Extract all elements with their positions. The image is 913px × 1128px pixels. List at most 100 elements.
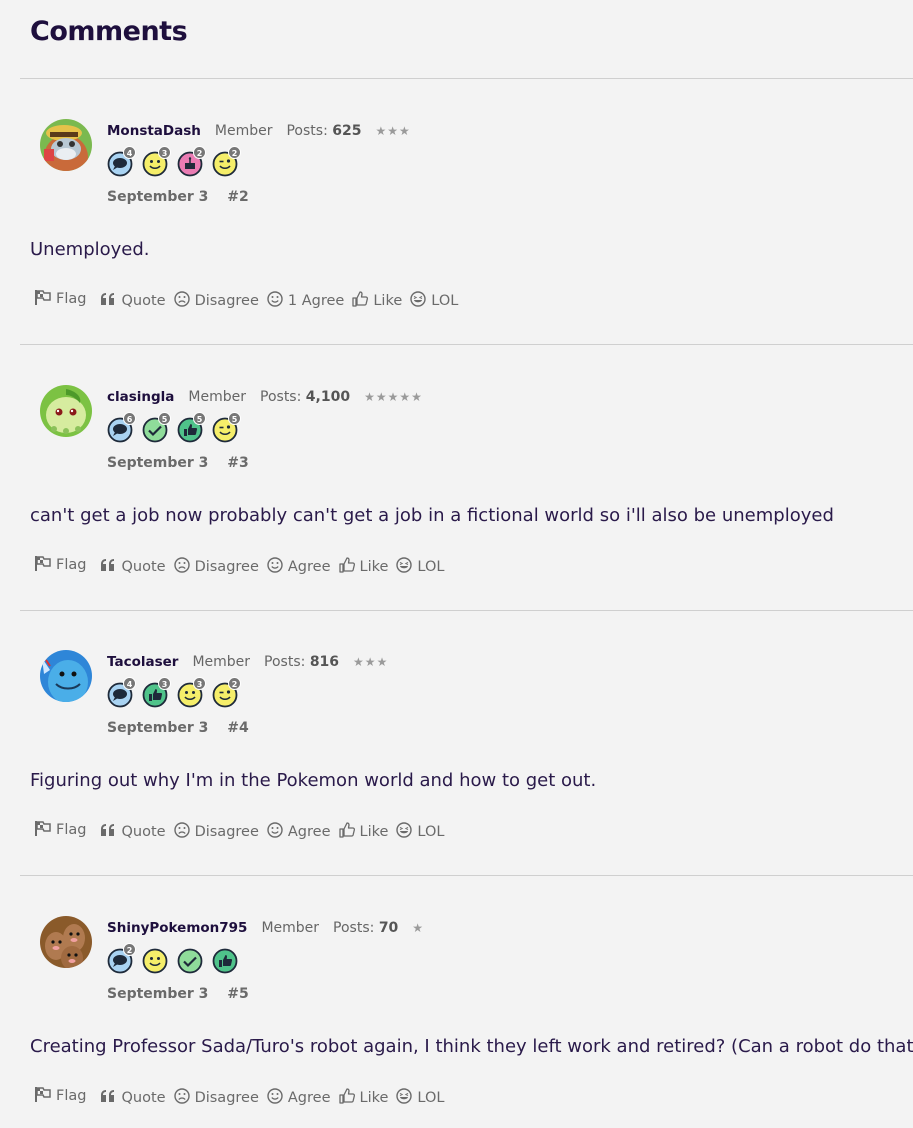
flag-button[interactable]: Flag [34,1086,86,1108]
thumbs-up-icon [338,822,360,842]
flag-icon [34,289,56,309]
quote-icon [100,558,121,576]
post-count: Posts: 70 [333,920,398,936]
comment-actions: Flag Quote Disagree Agree Like LOL [34,821,452,842]
user-avatar[interactable] [40,384,92,437]
like-button[interactable]: Like [352,291,402,311]
quote-button[interactable]: Quote [100,292,166,310]
comment-actions: Flag Quote Disagree Agree Like LOL [34,555,452,577]
comment-permalink[interactable]: #2 [227,189,248,205]
speech-bubble-badge[interactable]: 2 [107,942,136,974]
badge-count: 2 [228,146,241,159]
speech-bubble-badge[interactable]: 4 [107,677,136,708]
thumbs-up-icon [142,682,168,712]
speech-bubble-badge[interactable]: 4 [107,146,136,177]
disagree-button[interactable]: Disagree [173,1087,259,1108]
comment-date[interactable]: September 3 [107,455,208,471]
posts-value: 816 [309,654,340,670]
laugh-icon [396,1087,417,1108]
smiley-badge[interactable]: 3 [142,146,171,177]
comment-permalink[interactable]: #3 [227,455,248,471]
checkmark-icon [142,417,168,447]
speech-bubble-badge[interactable]: 6 [107,411,136,443]
speech-bubble-icon [107,417,133,447]
thumbs-up-badge[interactable]: 3 [142,677,171,708]
badge-count: 2 [193,146,206,159]
username-link[interactable]: Tacolaser [107,654,178,670]
lol-button[interactable]: LOL [396,556,444,577]
cake-badge[interactable]: 2 [177,146,206,177]
badge-count: 3 [158,677,171,690]
like-button[interactable]: Like [338,1087,388,1108]
comment-body: can't get a job now probably can't get a… [30,504,834,526]
disagree-button[interactable]: Disagree [173,556,259,577]
user-avatar[interactable] [40,915,92,968]
quote-button[interactable]: Quote [100,1089,166,1107]
smiley-badge[interactable] [142,948,168,974]
post-count: Posts: 625 [286,123,361,139]
flag-button[interactable]: Flag [34,555,86,577]
comment-date[interactable]: September 3 [107,986,208,1002]
comment-date[interactable]: September 3 [107,189,208,205]
flag-button[interactable]: Flag [34,289,86,311]
speech-bubble-icon [107,948,133,978]
posts-value: 4,100 [305,388,351,405]
smiley-badge[interactable]: 3 [177,677,206,708]
badge-count: 5 [193,411,206,425]
user-avatar[interactable] [40,119,92,171]
rank-stars: ★★★ [375,124,411,138]
comment-card: MonstaDash Member Posts: 625 ★★★ 4 3 2 2… [0,79,913,344]
comment-card: ShinyPokemon795 Member Posts: 70 ★ 2 Sep… [0,876,913,1128]
badge-count: 4 [123,677,136,690]
smile-icon [267,1087,288,1108]
frown-icon [173,1087,195,1108]
username-link[interactable]: clasingla [107,389,174,405]
posts-value: 625 [332,123,362,139]
agree-button[interactable]: Agree [267,556,331,577]
wink-badge[interactable]: 2 [212,677,241,708]
badge-row: 2 [107,942,238,974]
badge-row: 4 3 3 2 [107,677,241,708]
flag-button[interactable]: Flag [34,821,86,842]
agree-button[interactable]: Agree [267,822,331,842]
quote-icon [100,292,121,310]
thumbs-up-icon [352,291,373,311]
thumbs-up-badge[interactable] [212,948,238,974]
comment-permalink[interactable]: #4 [227,720,248,736]
post-count: Posts: 816 [264,654,339,670]
wink-badge[interactable]: 5 [212,411,241,443]
quote-icon [100,1089,121,1107]
thumbs-up-icon [338,556,360,577]
disagree-button[interactable]: Disagree [173,291,259,311]
comment-date[interactable]: September 3 [107,720,208,736]
lol-button[interactable]: LOL [396,1087,444,1108]
disagree-button[interactable]: Disagree [173,822,259,842]
checkmark-badge[interactable]: 5 [142,411,171,443]
user-avatar[interactable] [40,650,92,702]
checkmark-badge[interactable] [177,948,203,974]
user-role: Member [192,654,251,670]
badge-count: 5 [228,411,241,425]
agree-button[interactable]: Agree [267,1087,331,1108]
like-button[interactable]: Like [338,822,388,842]
like-button[interactable]: Like [338,556,388,577]
username-link[interactable]: ShinyPokemon795 [107,920,247,936]
agree-button[interactable]: 1 Agree [267,291,344,311]
rank-stars: ★★★ [353,655,389,669]
thumbs-up-badge[interactable]: 5 [177,411,206,443]
badge-count: 4 [123,146,136,159]
quote-button[interactable]: Quote [100,823,166,841]
badge-count: 3 [158,146,171,159]
comment-body: Unemployed. [30,239,150,260]
user-role: Member [188,388,247,405]
smiley-icon [177,682,203,712]
wink-badge[interactable]: 2 [212,146,241,177]
speech-bubble-icon [107,151,133,181]
comment-permalink[interactable]: #5 [227,986,248,1002]
thumbs-up-icon [338,1087,360,1108]
checkmark-icon [177,948,203,978]
quote-button[interactable]: Quote [100,558,166,576]
username-link[interactable]: MonstaDash [107,123,201,139]
lol-button[interactable]: LOL [396,822,444,842]
lol-button[interactable]: LOL [410,291,458,311]
